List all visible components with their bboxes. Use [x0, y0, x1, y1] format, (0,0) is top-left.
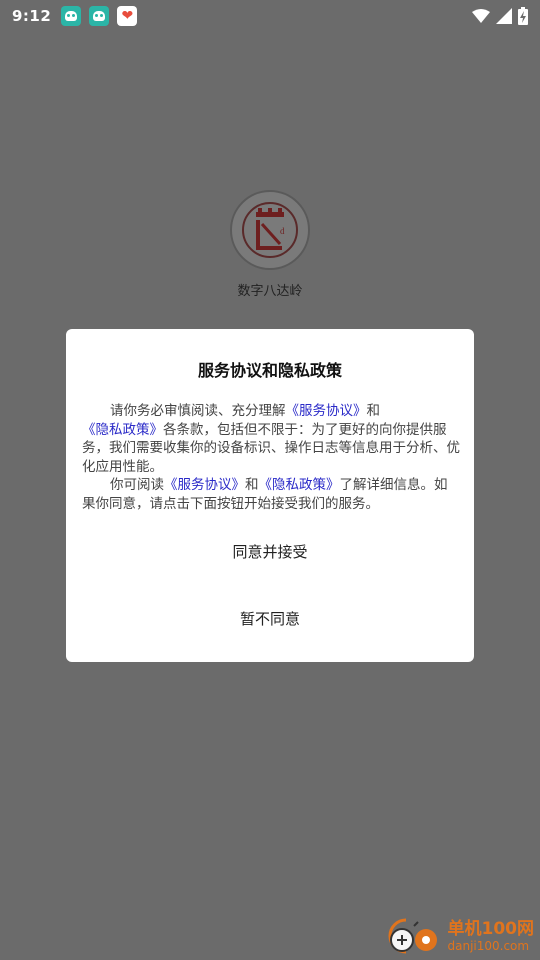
dialog-text: 你可阅读: [110, 477, 164, 493]
dialog-body: 请你务必审慎阅读、充分理解《服务协议》和《隐私政策》各条款，包括但不限于：为了更…: [82, 402, 460, 513]
badaling-logo-icon: d: [230, 190, 310, 270]
decline-button[interactable]: 暂不同意: [66, 608, 474, 629]
service-agreement-link[interactable]: 《服务协议》: [286, 403, 367, 419]
dialog-paragraph: 请你务必审慎阅读、充分理解《服务协议》和《隐私政策》各条款，包括但不限于：为了更…: [82, 402, 460, 476]
status-time: 9:12: [12, 7, 52, 25]
battery-charging-icon: [518, 7, 528, 25]
system-icons: [472, 7, 528, 25]
watermark-logo-icon: [384, 918, 444, 954]
dialog-text: 请你务必审慎阅读、充分理解: [110, 403, 286, 419]
privacy-policy-link[interactable]: 《隐私政策》: [82, 422, 163, 438]
service-agreement-link[interactable]: 《服务协议》: [164, 477, 245, 493]
notification-icons: ❤: [61, 6, 138, 26]
dialog-paragraph: 你可阅读《服务协议》和《隐私政策》了解详细信息。如果你同意，请点击下面按钮开始接…: [82, 476, 460, 513]
app-name: 数字八达岭: [237, 284, 303, 299]
status-bar: 9:12 ❤: [0, 0, 540, 32]
privacy-dialog: 服务协议和隐私政策 请你务必审慎阅读、充分理解《服务协议》和《隐私政策》各条款，…: [66, 329, 474, 662]
dialog-text: 和: [366, 403, 381, 419]
watermark-text-en: danji100.com: [447, 938, 530, 953]
signal-icon: [496, 8, 512, 24]
watermark: 单机100网 danji100.com: [384, 916, 535, 956]
privacy-policy-link[interactable]: 《隐私政策》: [259, 477, 340, 493]
watermark-text-cn: 单机100网: [447, 918, 535, 939]
dialog-title: 服务协议和隐私政策: [197, 361, 342, 380]
android-app-icon: [89, 6, 110, 26]
dialog-text: 和: [245, 477, 259, 493]
wifi-icon: [472, 9, 490, 23]
watermark-text: 单机100网 danji100.com: [447, 918, 535, 953]
android-app-icon: [61, 6, 82, 26]
accept-button[interactable]: 同意并接受: [66, 541, 474, 562]
svg-text:d: d: [280, 226, 285, 236]
heart-app-icon: ❤: [117, 6, 138, 26]
